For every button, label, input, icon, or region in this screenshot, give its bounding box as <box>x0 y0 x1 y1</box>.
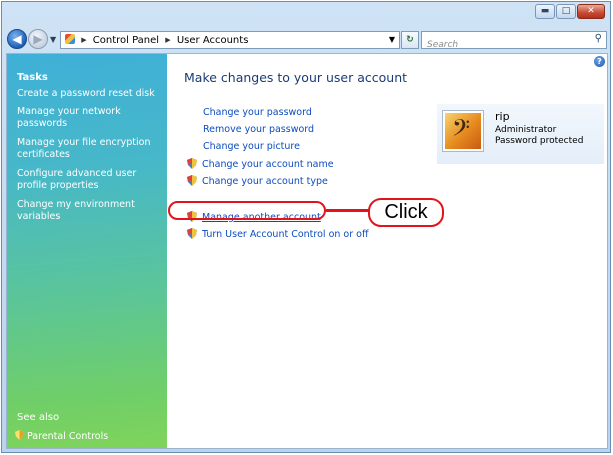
sidebar-item-parental-controls[interactable]: Parental Controls <box>15 430 160 443</box>
remove-password-link[interactable]: Remove your password <box>203 124 314 135</box>
page-title: Make changes to your user account <box>184 70 408 85</box>
shield-icon <box>187 175 197 186</box>
explorer-window: ▬ □ ✕ ◀ ▶ ▼ ▶ Control Panel ▶ User Accou… <box>1 1 611 453</box>
breadcrumb-separator-icon[interactable]: ▶ <box>81 36 86 44</box>
user-role: Administrator <box>495 125 557 135</box>
user-account-control-label: Turn User Account Control on or off <box>202 229 369 240</box>
user-password-status: Password protected <box>495 136 584 146</box>
change-account-type-link[interactable]: Change your account type <box>187 175 328 187</box>
sidebar-item-network-passwords[interactable]: Manage your network passwords <box>17 106 162 130</box>
title-bar: ▬ □ ✕ <box>2 2 610 28</box>
parental-controls-label: Parental Controls <box>27 431 109 442</box>
sidebar-item-file-encryption[interactable]: Manage your file encryption certificates <box>17 137 162 161</box>
minimize-button[interactable]: ▬ <box>535 4 555 19</box>
breadcrumb-control-panel[interactable]: Control Panel <box>93 35 159 46</box>
content-area: Tasks Create a password reset disk Manag… <box>6 53 608 449</box>
recent-pages-dropdown-icon[interactable]: ▼ <box>50 35 56 44</box>
sidebar-item-advanced-profile[interactable]: Configure advanced user profile properti… <box>17 168 162 192</box>
shield-icon <box>187 228 197 239</box>
change-password-link[interactable]: Change your password <box>203 107 312 118</box>
change-account-type-label: Change your account type <box>202 176 328 187</box>
help-icon[interactable]: ? <box>594 56 605 67</box>
address-bar[interactable]: ▶ Control Panel ▶ User Accounts ▼ <box>60 31 400 49</box>
user-account-card: 𝄢 rip Administrator Password protected <box>437 104 604 164</box>
breadcrumb-user-accounts[interactable]: User Accounts <box>177 35 249 46</box>
shield-icon <box>187 158 197 169</box>
callout-connector <box>326 209 369 212</box>
click-callout: Click <box>368 198 444 227</box>
parental-controls-icon <box>15 430 24 440</box>
highlight-oval <box>168 201 326 220</box>
maximize-button[interactable]: □ <box>556 4 576 19</box>
tasks-heading: Tasks <box>17 72 48 83</box>
change-account-name-label: Change your account name <box>202 159 334 170</box>
user-picture: 𝄢 <box>443 111 483 151</box>
forward-button[interactable]: ▶ <box>28 29 48 49</box>
control-panel-icon <box>65 34 75 44</box>
main-panel: ? Make changes to your user account Chan… <box>167 54 607 448</box>
change-account-name-link[interactable]: Change your account name <box>187 158 334 170</box>
search-box: ⚲ <box>421 31 607 52</box>
navigation-bar: ◀ ▶ ▼ ▶ Control Panel ▶ User Accounts ▼ … <box>2 26 610 52</box>
bass-clef-icon: 𝄢 <box>452 114 471 147</box>
address-dropdown-icon[interactable]: ▼ <box>389 32 395 48</box>
refresh-button[interactable]: ↻ <box>401 31 419 49</box>
search-icon[interactable]: ⚲ <box>595 33 602 44</box>
change-picture-link[interactable]: Change your picture <box>203 141 300 152</box>
back-button[interactable]: ◀ <box>7 29 27 49</box>
see-also-heading: See also <box>17 412 60 423</box>
breadcrumb-separator-icon[interactable]: ▶ <box>165 36 170 44</box>
close-button[interactable]: ✕ <box>577 4 605 19</box>
sidebar-item-environment-variables[interactable]: Change my environment variables <box>17 199 162 223</box>
search-input[interactable] <box>427 38 577 52</box>
user-account-control-link[interactable]: Turn User Account Control on or off <box>187 228 369 240</box>
window-controls: ▬ □ ✕ <box>534 4 605 19</box>
sidebar-item-password-reset-disk[interactable]: Create a password reset disk <box>17 88 162 100</box>
user-name: rip <box>495 110 510 123</box>
tasks-pane: Tasks Create a password reset disk Manag… <box>7 54 167 448</box>
